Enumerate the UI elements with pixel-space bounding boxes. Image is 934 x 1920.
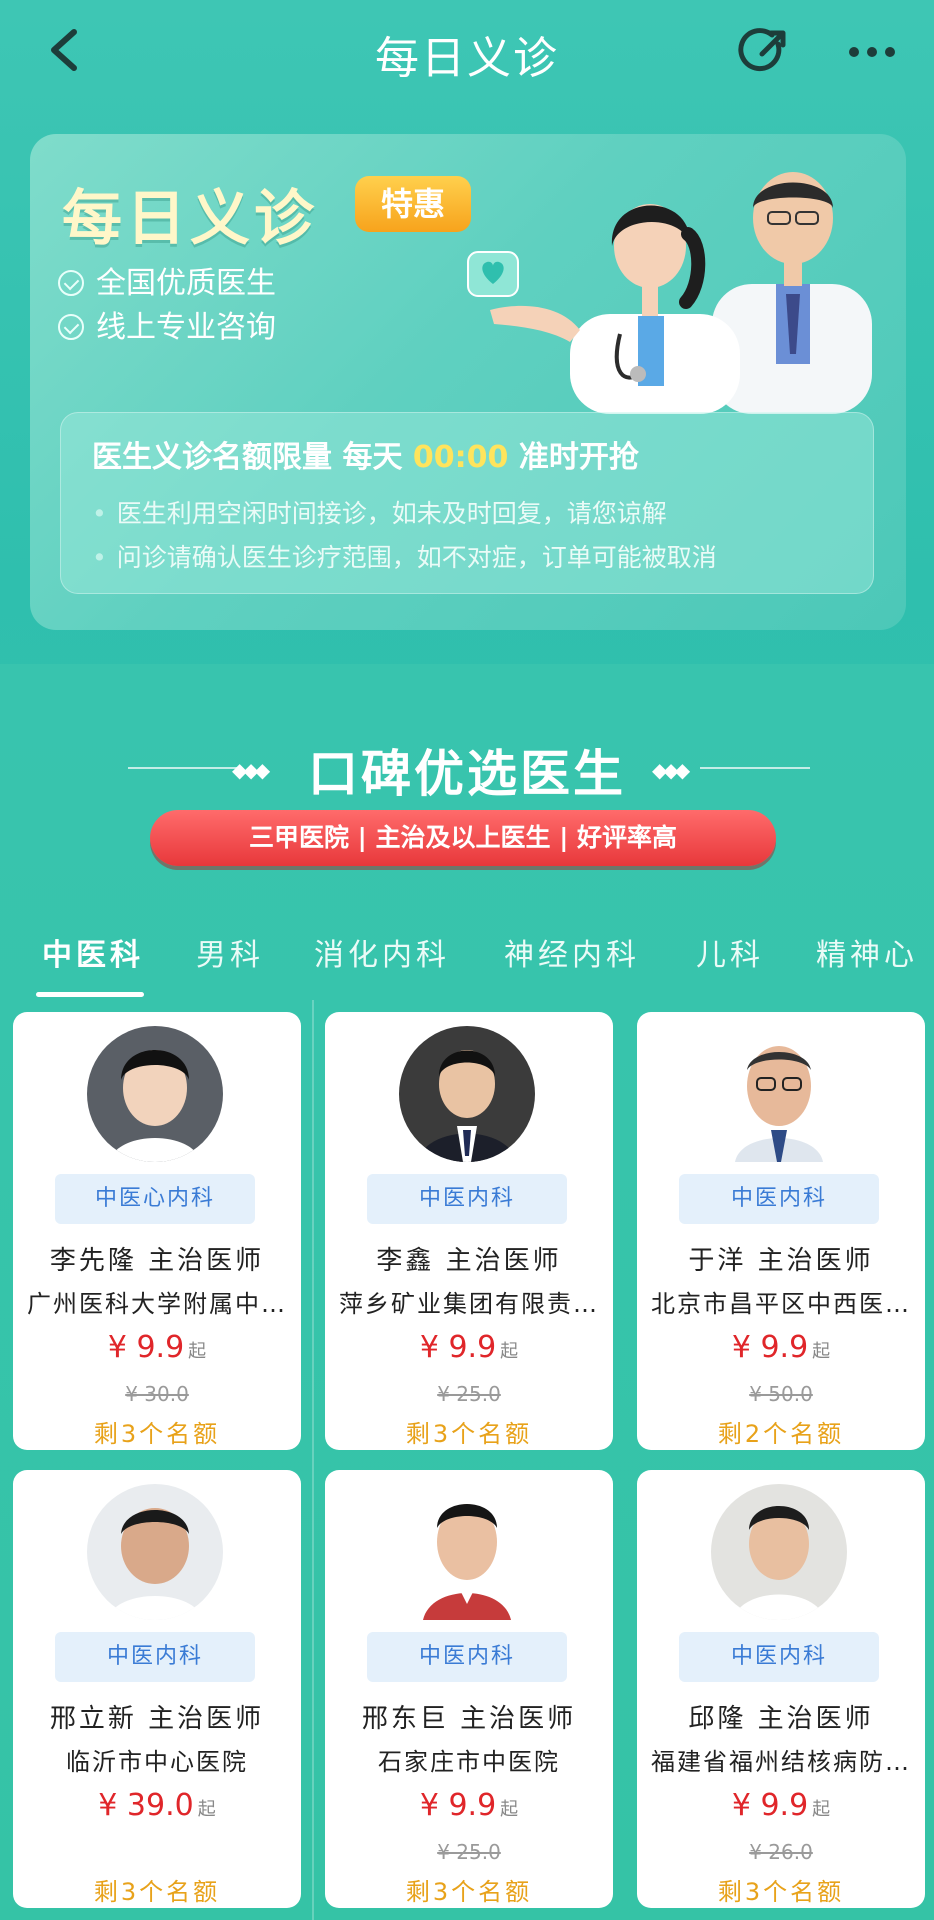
doctor-avatar [711, 1026, 847, 1162]
tab-tcm[interactable]: 中医科 [42, 930, 144, 974]
doctor-name: 于洋 主治医师 [688, 1246, 874, 1276]
heart-icon [467, 251, 519, 297]
doctor-name: 李鑫 主治医师 [376, 1246, 562, 1276]
doctor-card[interactable]: 中医内科 邱隆 主治医师 福建省福州结核病防… ¥ 9.9 起 ¥ 26.0 剩3… [637, 1470, 925, 1908]
diamond-deco-icon: ◆◆◆ [652, 758, 690, 782]
original-price: ¥ 26.0 [749, 1840, 813, 1864]
price: ¥ 9.9 起 [731, 1788, 831, 1823]
doctor-name: 邢立新 主治医师 [49, 1704, 265, 1734]
doctor-name: 李先隆 主治医师 [49, 1246, 265, 1276]
department-tag: 中医内科 [367, 1632, 567, 1682]
doctor-avatar [399, 1026, 535, 1162]
page-title: 每日义诊 [375, 33, 559, 84]
department-tag: 中医内科 [367, 1174, 567, 1224]
remaining-slots: 剩3个名额 [717, 1878, 845, 1906]
top-bar: 每日义诊 [0, 0, 934, 100]
feature-pill-banner: 三甲医院 | 主治及以上医生 | 好评率高 [150, 810, 776, 866]
tab-neurology[interactable]: 神经内科 [504, 930, 640, 974]
remaining-slots: 剩3个名额 [405, 1420, 533, 1448]
department-tag: 中医内科 [679, 1174, 879, 1224]
section-title: 口碑优选医生 [308, 745, 626, 803]
doctor-card[interactable]: 中医内科 于洋 主治医师 北京市昌平区中西医… ¥ 9.9 起 ¥ 50.0 剩2… [637, 1012, 925, 1450]
feature-item: 全国优质医生 [58, 258, 276, 302]
doctor-card[interactable]: 中医内科 李鑫 主治医师 萍乡矿业集团有限责… ¥ 9.9 起 ¥ 25.0 剩3… [325, 1012, 613, 1450]
doctor-avatar [399, 1484, 535, 1620]
hospital-name: 石家庄市中医院 [378, 1748, 560, 1776]
original-price: ¥ 30.0 [125, 1382, 189, 1406]
doctor-card[interactable]: 中医内科 邢东巨 主治医师 石家庄市中医院 ¥ 9.9 起 ¥ 25.0 剩3个名… [325, 1470, 613, 1908]
price: ¥ 9.9 起 [419, 1788, 519, 1823]
tab-pediatrics[interactable]: 儿科 [696, 930, 764, 974]
original-price: ¥ 25.0 [437, 1382, 501, 1406]
notice-bullet: 问诊请确认医生诊疗范围，如不对症，订单可能被取消 [92, 538, 717, 574]
price: ¥ 9.9 起 [419, 1330, 519, 1365]
doctor-card[interactable]: 中医心内科 李先隆 主治医师 广州医科大学附属中… ¥ 9.9 起 ¥ 30.0 … [13, 1012, 301, 1450]
notice-headline: 医生义诊名额限量 每天 00:00 准时开抢 [92, 440, 639, 475]
doctor-card[interactable]: 中医内科 邢立新 主治医师 临沂市中心医院 ¥ 39.0 起 剩3个名额 [13, 1470, 301, 1908]
feature-item: 线上专业咨询 [58, 302, 276, 346]
price: ¥ 39.0 起 [98, 1788, 216, 1823]
open-time: 00:00 [412, 440, 509, 475]
remaining-slots: 剩3个名额 [93, 1420, 221, 1448]
remaining-slots: 剩2个名额 [717, 1420, 845, 1448]
remaining-slots: 剩3个名额 [405, 1878, 533, 1906]
more-icon[interactable] [846, 26, 898, 78]
share-icon[interactable] [738, 26, 790, 78]
hospital-name: 福建省福州结核病防… [651, 1748, 911, 1776]
check-icon [58, 314, 84, 340]
original-price: ¥ 50.0 [749, 1382, 813, 1406]
doctor-avatar [87, 1026, 223, 1162]
hospital-name: 萍乡矿业集团有限责… [339, 1290, 599, 1318]
column-divider [312, 1000, 314, 1920]
department-tag: 中医心内科 [55, 1174, 255, 1224]
title-divider-right [700, 767, 810, 769]
banner-title: 每日义诊 [62, 184, 318, 254]
remaining-slots: 剩3个名额 [93, 1878, 221, 1906]
active-tab-indicator [36, 992, 144, 997]
hospital-name: 广州医科大学附属中… [27, 1290, 287, 1318]
notice-bullet: 医生利用空闲时间接诊，如未及时回复，请您谅解 [92, 494, 667, 530]
doctors-illustration-icon [467, 172, 872, 414]
price: ¥ 9.9 起 [731, 1330, 831, 1365]
hospital-name: 北京市昌平区中西医… [651, 1290, 911, 1318]
price: ¥ 9.9 起 [107, 1330, 207, 1365]
original-price: ¥ 25.0 [437, 1840, 501, 1864]
hospital-name: 临沂市中心医院 [66, 1748, 248, 1776]
doctor-name: 邢东巨 主治医师 [361, 1704, 577, 1734]
tab-psychiatry[interactable]: 精神心 [816, 930, 934, 974]
doctor-avatar [87, 1484, 223, 1620]
check-icon [58, 270, 84, 296]
tab-andrology[interactable]: 男科 [196, 930, 264, 974]
department-tag: 中医内科 [679, 1632, 879, 1682]
doctor-name: 邱隆 主治医师 [688, 1704, 874, 1734]
department-tag: 中医内科 [55, 1632, 255, 1682]
doctor-avatar [711, 1484, 847, 1620]
tab-gastroenterology[interactable]: 消化内科 [314, 930, 450, 974]
